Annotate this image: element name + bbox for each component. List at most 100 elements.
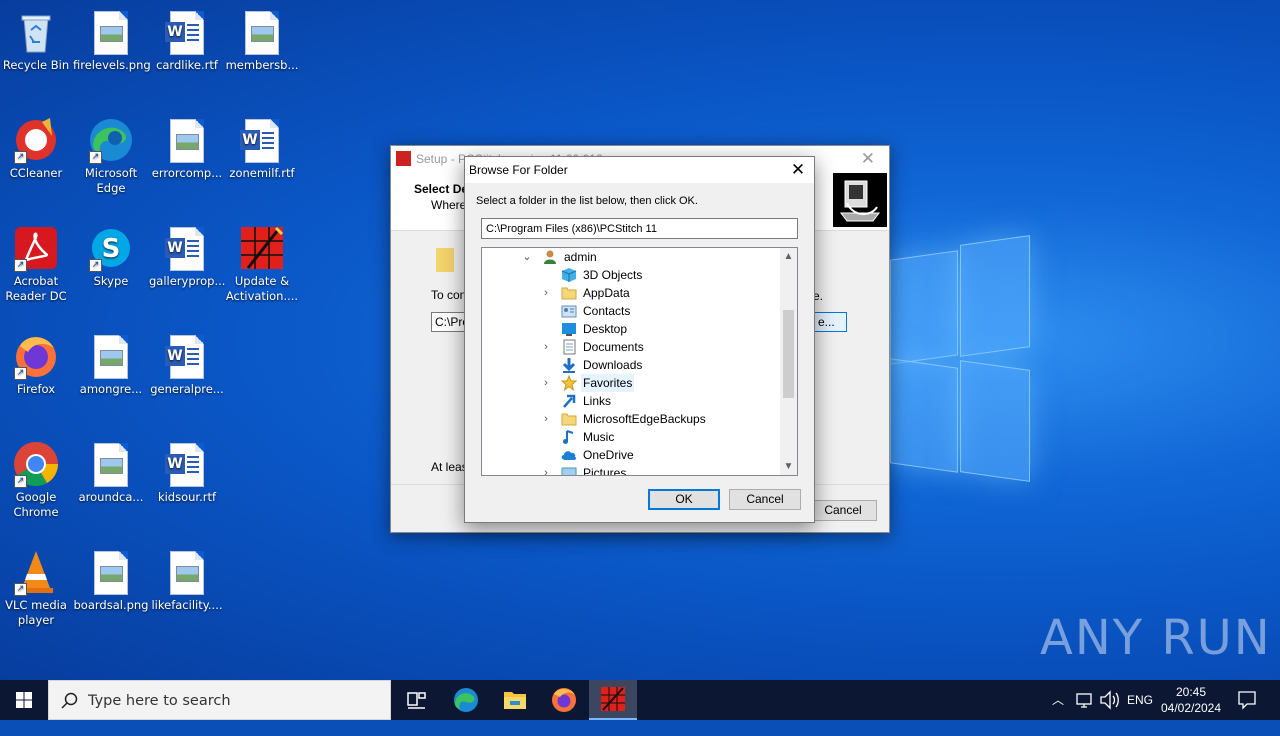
icon-label: aroundca... (78, 490, 144, 504)
desktop-icon-rtf[interactable]: W generalpre... (149, 328, 225, 397)
skype-icon: S ↗ (87, 224, 135, 272)
desktop-icon-ccleaner[interactable]: ↗ CCleaner (0, 112, 74, 181)
cancel-button[interactable]: Cancel (729, 489, 801, 510)
music-icon (563, 430, 574, 444)
task-view-button[interactable] (392, 680, 440, 720)
icon-label: Skype (93, 274, 129, 288)
chevron-right-icon[interactable]: › (541, 410, 551, 428)
desktop-icon-recycle-bin[interactable]: Recycle Bin (0, 4, 74, 73)
3d-objects-icon (561, 268, 577, 282)
scrollbar-thumb[interactable] (783, 310, 794, 398)
icon-label: VLC media player (5, 598, 67, 627)
desktop-icon-update[interactable]: Update & Activation.... (224, 220, 300, 304)
icon-label: amongre... (79, 382, 143, 396)
desktop-icon-rtf[interactable]: W cardlike.rtf (149, 4, 225, 73)
onedrive-icon (561, 451, 577, 460)
desktop-icon-file[interactable]: amongre... (73, 328, 149, 397)
icon-label: firelevels.png (73, 58, 151, 72)
icon-label: Update & Activation.... (225, 274, 299, 303)
show-hidden-icons-button[interactable]: ︿ (1052, 680, 1064, 720)
language-indicator[interactable]: ENG (1127, 680, 1153, 720)
taskbar-search-box[interactable]: Type here to search (48, 680, 391, 720)
desktop-icon-rtf[interactable]: W galleryprop... (149, 220, 225, 289)
volume-icon[interactable] (1099, 680, 1121, 720)
image-file-icon (87, 332, 135, 380)
folder-tree[interactable]: ⌄ admin 3D Objects › AppData Contacts De… (481, 247, 798, 476)
desktop-icon-vlc[interactable]: ↗ VLC media player (0, 544, 74, 628)
ok-button[interactable]: OK (648, 489, 720, 510)
icon-label: Acrobat Reader DC (5, 274, 67, 303)
desktop-icon-acrobat[interactable]: ↗ Acrobat Reader DC (0, 220, 74, 304)
browse-folder-dialog[interactable]: Browse For Folder ✕ Select a folder in t… (464, 156, 815, 523)
desktop-icon-firefox[interactable]: ↗ Firefox (0, 328, 74, 397)
windows-start-icon (16, 692, 32, 708)
shortcut-arrow-icon: ↗ (14, 583, 27, 596)
pcstitch-icon (396, 151, 411, 166)
star-icon (561, 375, 577, 391)
desktop-icon-file[interactable]: errorcomp... (149, 112, 225, 181)
desktop-icon-rtf[interactable]: W kidsour.rtf (149, 436, 225, 505)
icon-label: cardlike.rtf (156, 58, 218, 72)
desktop-icon-chrome[interactable]: ↗ Google Chrome (0, 436, 74, 520)
contacts-icon (561, 305, 577, 318)
icon-label: errorcomp... (151, 166, 223, 180)
edge-icon: ↗ (87, 116, 135, 164)
pcstitch-icon (601, 687, 625, 711)
word-document-icon: W (163, 8, 211, 56)
word-document-icon: W (163, 332, 211, 380)
desktop-icon-edge[interactable]: ↗ Microsoft Edge (73, 112, 149, 196)
icon-label: Recycle Bin (2, 58, 70, 72)
word-document-icon: W (163, 224, 211, 272)
close-icon[interactable]: ✕ (788, 160, 808, 180)
network-icon[interactable] (1075, 680, 1095, 720)
desktop-icon-file[interactable]: likefacility.... (149, 544, 225, 613)
close-icon[interactable]: ✕ (861, 149, 875, 169)
folder-path-input[interactable] (481, 218, 798, 239)
desktop-icon-file[interactable]: firelevels.png (73, 4, 151, 73)
dialog-instruction: Select a folder in the list below, then … (476, 195, 698, 207)
setup-cancel-button[interactable]: Cancel (809, 500, 877, 521)
dialog-title: Browse For Folder (469, 163, 568, 177)
taskbar-pcstitch-setup[interactable] (589, 680, 637, 720)
scroll-down-icon[interactable]: ▼ (780, 458, 797, 475)
chevron-up-icon: ︿ (1052, 693, 1065, 707)
taskbar-firefox[interactable] (540, 680, 588, 720)
scroll-up-icon[interactable]: ▲ (780, 248, 797, 265)
chevron-down-icon[interactable]: ⌄ (522, 248, 532, 266)
word-document-icon: W (163, 440, 211, 488)
action-center-button[interactable] (1237, 680, 1257, 720)
image-file-icon (238, 8, 286, 56)
clock-date: 04/02/2024 (1160, 701, 1222, 715)
image-file-icon (87, 8, 135, 56)
icon-label: boardsal.png (73, 598, 149, 612)
edge-icon (454, 688, 478, 712)
desktop-icon-file[interactable]: membersb... (224, 4, 300, 73)
folder-icon (436, 248, 454, 272)
chevron-right-icon[interactable]: › (541, 464, 551, 475)
icon-label: membersb... (225, 58, 299, 72)
taskbar: Type here to search ︿ ENG 20:45 04/02/20… (0, 680, 1280, 720)
desktop-icon (562, 323, 576, 336)
dialog-titlebar[interactable]: Browse For Folder ✕ (465, 157, 814, 183)
taskbar-file-explorer[interactable] (491, 680, 539, 720)
search-icon (61, 692, 78, 709)
taskbar-edge[interactable] (442, 680, 490, 720)
shortcut-arrow-icon: ↗ (89, 259, 102, 272)
desktop-icon-rtf[interactable]: W zonemilf.rtf (224, 112, 300, 181)
clock[interactable]: 20:45 04/02/2024 (1160, 684, 1222, 716)
desktop-icon-skype[interactable]: S ↗ Skype (73, 220, 149, 289)
chevron-right-icon[interactable]: › (541, 374, 551, 392)
tree-scrollbar[interactable]: ▲ ▼ (780, 248, 797, 475)
chevron-right-icon[interactable]: › (541, 284, 551, 302)
recycle-bin-icon (12, 8, 60, 56)
clock-time: 20:45 (1175, 685, 1207, 699)
icon-label: Microsoft Edge (84, 166, 138, 195)
desktop-icon-file[interactable]: aroundca... (73, 436, 149, 505)
desktop-icon-file[interactable]: boardsal.png (73, 544, 149, 613)
task-view-icon (407, 692, 426, 709)
chevron-right-icon[interactable]: › (541, 338, 551, 356)
icon-label: zonemilf.rtf (229, 166, 295, 180)
desktop: Recycle Bin ↗ CCleaner ↗ Acrobat Reader … (0, 0, 1280, 680)
start-button[interactable] (0, 680, 48, 720)
word-document-icon: W (238, 116, 286, 164)
